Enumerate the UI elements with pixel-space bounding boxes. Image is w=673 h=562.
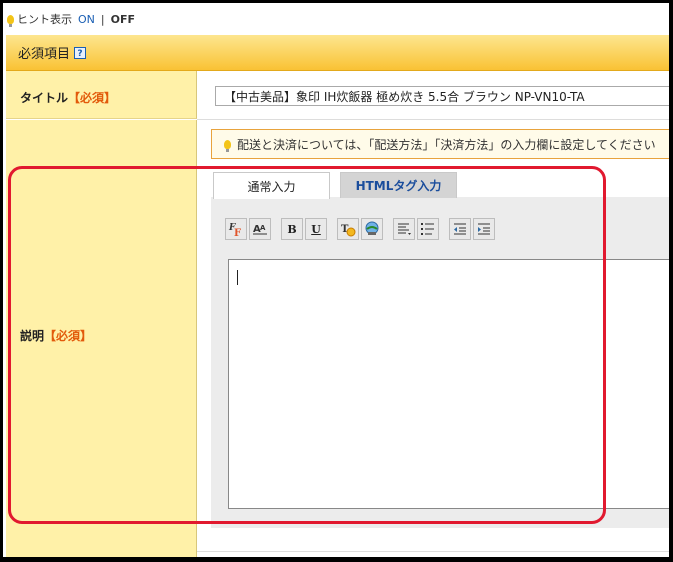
bold-icon[interactable]: B (281, 218, 303, 240)
svg-text:F: F (234, 228, 241, 237)
description-label-cell: 説明【必須】 (6, 120, 197, 557)
lightbulb-icon (7, 14, 14, 27)
title-value-cell (197, 71, 669, 120)
section-title: 必須項目 (18, 47, 71, 62)
required-badge: 【必須】 (44, 329, 93, 343)
title-label-text: タイトル (20, 91, 69, 105)
section-header: 必須項目 ? (6, 35, 669, 71)
hint-label: ヒント表示 (17, 13, 72, 26)
underline-icon[interactable]: U (305, 218, 327, 240)
lightbulb-icon (224, 139, 231, 152)
description-label: 説明【必須】 (20, 327, 92, 344)
text-color-icon[interactable]: T (337, 218, 359, 240)
tab-normal-input[interactable]: 通常入力 (213, 172, 330, 199)
title-input[interactable] (215, 86, 669, 106)
shipping-hint-text: 配送と決済については、「配送方法」「決済方法」の入力欄に設定してください (237, 137, 656, 152)
hint-separator: | (100, 12, 105, 26)
link-icon[interactable] (361, 218, 383, 240)
font-size-icon[interactable]: AA (249, 218, 271, 240)
description-label-text: 説明 (20, 329, 45, 343)
hint-off-link[interactable]: OFF (111, 13, 135, 26)
shipping-hint-box: 配送と決済については、「配送方法」「決済方法」の入力欄に設定してください (211, 129, 669, 159)
hint-toggle-bar: ヒント表示 ON | OFF (7, 11, 135, 27)
title-label-cell: タイトル【必須】 (6, 71, 197, 119)
svg-text:A: A (260, 224, 266, 232)
editor-toolbar: FF AA B U T (225, 218, 495, 240)
required-badge: 【必須】 (68, 91, 117, 105)
align-icon[interactable] (393, 218, 415, 240)
list-icon[interactable] (417, 218, 439, 240)
title-label: タイトル【必須】 (20, 89, 116, 106)
description-editor[interactable] (228, 259, 669, 509)
hint-on-link[interactable]: ON (78, 13, 95, 26)
font-face-icon[interactable]: FF (225, 218, 247, 240)
text-caret (237, 270, 238, 285)
indent-icon[interactable] (473, 218, 495, 240)
outdent-icon[interactable] (449, 218, 471, 240)
description-value-cell: 配送と決済については、「配送方法」「決済方法」の入力欄に設定してください 通常入… (197, 120, 669, 557)
row-divider (197, 551, 669, 552)
help-icon[interactable]: ? (74, 46, 87, 59)
screen-frame: ヒント表示 ON | OFF 必須項目 ? タイトル【必須】 説明【必須】 配送… (3, 3, 669, 557)
tab-html-input[interactable]: HTMLタグ入力 (340, 172, 457, 198)
